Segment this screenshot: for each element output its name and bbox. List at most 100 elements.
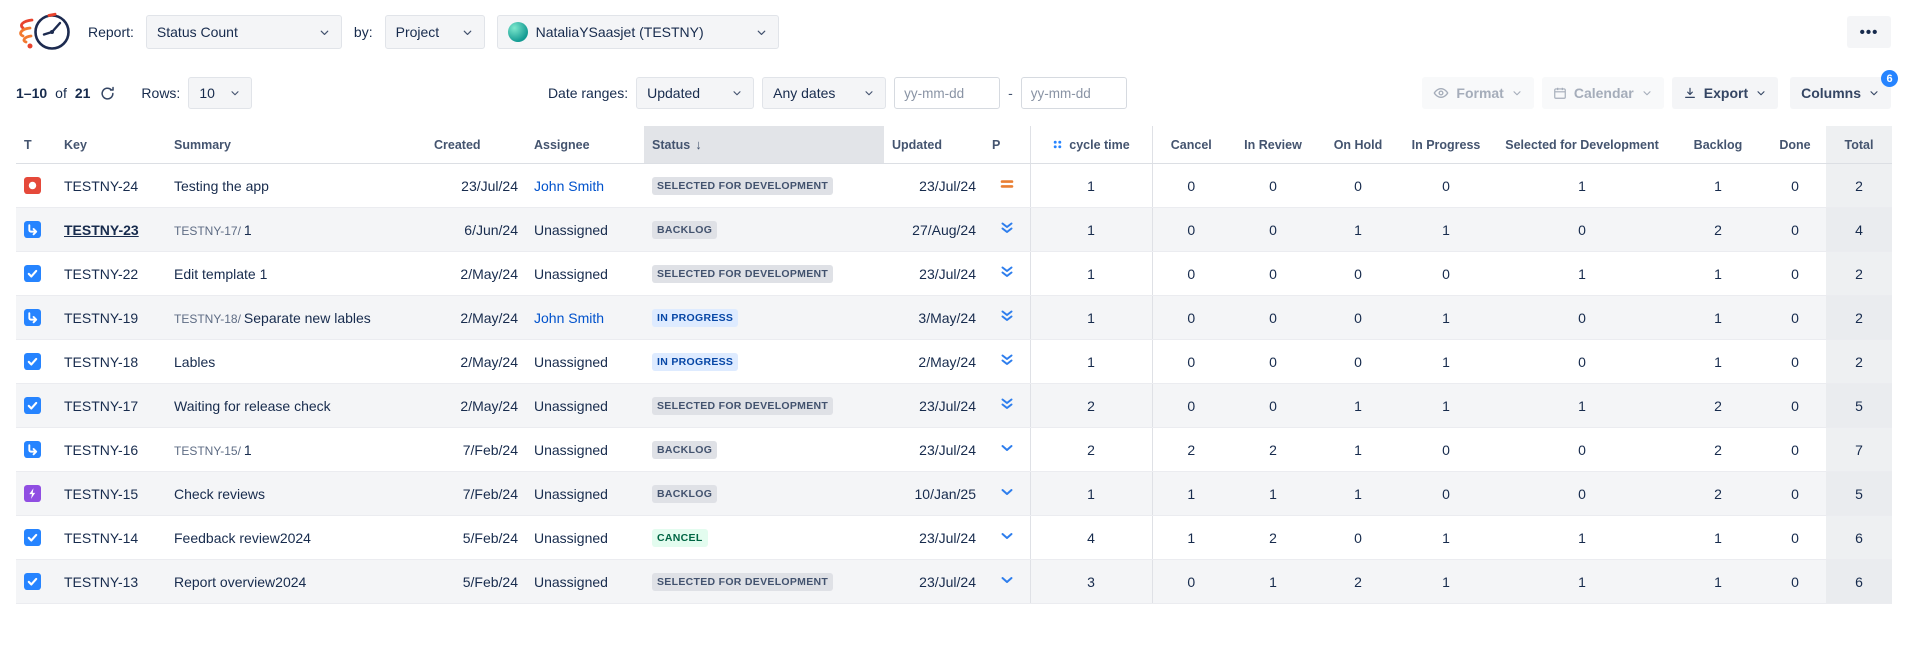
download-icon — [1683, 86, 1697, 100]
status-count-backlog: 1 — [1672, 296, 1764, 340]
status-count-done: 0 — [1764, 296, 1826, 340]
total-value: 7 — [1826, 428, 1892, 472]
issue-key[interactable]: TESTNY-22 — [56, 252, 166, 296]
report-type-select[interactable]: Status Count — [146, 15, 342, 49]
columns-label: Columns — [1801, 85, 1861, 101]
priority-lowest-icon — [999, 396, 1015, 412]
status-count-in_review: 2 — [1230, 428, 1316, 472]
column-header-total[interactable]: Total — [1826, 126, 1892, 164]
updated-date: 10/Jan/25 — [884, 472, 984, 516]
status-count-done: 0 — [1764, 340, 1826, 384]
status-badge: SELECTED FOR DEVELOPMENT — [652, 397, 833, 416]
issue-type-bug-icon — [24, 177, 41, 194]
created-date: 7/Feb/24 — [426, 428, 526, 472]
column-header-selected_for_development[interactable]: Selected for Development — [1492, 126, 1672, 164]
export-button[interactable]: Export — [1672, 77, 1778, 109]
issue-type-cell — [16, 208, 56, 252]
drag-handle-icon[interactable] — [1052, 139, 1063, 150]
issue-key[interactable]: TESTNY-14 — [56, 516, 166, 560]
issue-key[interactable]: TESTNY-24 — [56, 164, 166, 208]
table-row: TESTNY-16TESTNY-15/17/Feb/24UnassignedBA… — [16, 428, 1892, 472]
chevron-down-icon — [863, 87, 875, 99]
status-count-backlog: 2 — [1672, 384, 1764, 428]
column-header-created[interactable]: Created — [426, 126, 526, 164]
assignee-cell[interactable]: John Smith — [526, 296, 644, 340]
date-preset-select[interactable]: Any dates — [762, 77, 886, 109]
column-header-backlog[interactable]: Backlog — [1672, 126, 1764, 164]
issue-summary: Lables — [166, 340, 426, 384]
column-header-assignee[interactable]: Assignee — [526, 126, 644, 164]
cycle-time-value: 1 — [1030, 252, 1152, 296]
column-header-in_review[interactable]: In Review — [1230, 126, 1316, 164]
chevron-down-icon — [229, 87, 241, 99]
priority-lowest-icon — [999, 220, 1015, 236]
issue-key[interactable]: TESTNY-15 — [56, 472, 166, 516]
table-row: TESTNY-13Report overview20245/Feb/24Unas… — [16, 560, 1892, 604]
issue-summary: Testing the app — [166, 164, 426, 208]
updated-date: 23/Jul/24 — [884, 428, 984, 472]
issue-key[interactable]: TESTNY-13 — [56, 560, 166, 604]
project-name: NataliaYSaasjet (TESTNY) — [536, 24, 704, 40]
column-header-type[interactable]: T — [16, 126, 56, 164]
rows-per-page-select[interactable]: 10 — [188, 77, 252, 109]
status-cell: SELECTED FOR DEVELOPMENT — [644, 252, 884, 296]
created-date: 7/Feb/24 — [426, 472, 526, 516]
issue-key[interactable]: TESTNY-23 — [56, 208, 166, 252]
column-header-summary[interactable]: Summary — [166, 126, 426, 164]
date-field-select[interactable]: Updated — [636, 77, 754, 109]
column-header-key[interactable]: Key — [56, 126, 166, 164]
issue-key[interactable]: TESTNY-19 — [56, 296, 166, 340]
status-cell: BACKLOG — [644, 472, 884, 516]
column-header-priority[interactable]: P — [984, 126, 1030, 164]
status-count-selected_for_development: 0 — [1492, 340, 1672, 384]
status-count-selected_for_development: 1 — [1492, 384, 1672, 428]
column-header-on_hold[interactable]: On Hold — [1316, 126, 1400, 164]
status-count-in_review: 1 — [1230, 560, 1316, 604]
issue-type-task-icon — [24, 265, 41, 282]
issue-key[interactable]: TESTNY-18 — [56, 340, 166, 384]
issue-summary: Waiting for release check — [166, 384, 426, 428]
report-type-value: Status Count — [157, 24, 238, 40]
column-label: Updated — [892, 138, 942, 152]
issue-summary: TESTNY-18/Separate new lables — [166, 296, 426, 340]
column-header-updated[interactable]: Updated — [884, 126, 984, 164]
date-from-input[interactable] — [894, 77, 1000, 109]
column-header-done[interactable]: Done — [1764, 126, 1826, 164]
chevron-down-icon — [1868, 87, 1880, 99]
column-label: Selected for Development — [1505, 138, 1659, 152]
status-count-cancel: 0 — [1152, 340, 1230, 384]
column-header-cycle_time[interactable]: cycle time — [1030, 126, 1152, 164]
status-count-on_hold: 0 — [1316, 296, 1400, 340]
chevron-down-icon — [461, 26, 474, 39]
updated-date: 23/Jul/24 — [884, 516, 984, 560]
status-count-selected_for_development: 1 — [1492, 516, 1672, 560]
priority-cell — [984, 340, 1030, 384]
project-select[interactable]: NataliaYSaasjet (TESTNY) — [497, 15, 779, 49]
columns-button[interactable]: Columns 6 — [1790, 77, 1891, 109]
status-count-in_review: 2 — [1230, 516, 1316, 560]
date-to-input[interactable] — [1021, 77, 1127, 109]
refresh-icon[interactable] — [100, 86, 115, 101]
issue-key[interactable]: TESTNY-16 — [56, 428, 166, 472]
status-cell: CANCEL — [644, 516, 884, 560]
export-label: Export — [1704, 85, 1748, 101]
column-header-status[interactable]: Status↓ — [644, 126, 884, 164]
status-count-in_progress: 1 — [1400, 340, 1492, 384]
group-by-select[interactable]: Project — [385, 15, 485, 49]
status-count-in_progress: 0 — [1400, 164, 1492, 208]
issue-type-cell — [16, 340, 56, 384]
assignee-cell[interactable]: John Smith — [526, 164, 644, 208]
total-value: 4 — [1826, 208, 1892, 252]
created-date: 2/May/24 — [426, 384, 526, 428]
chevron-down-icon — [1641, 87, 1653, 99]
updated-date: 3/May/24 — [884, 296, 984, 340]
created-date: 2/May/24 — [426, 252, 526, 296]
column-header-in_progress[interactable]: In Progress — [1400, 126, 1492, 164]
status-count-done: 0 — [1764, 252, 1826, 296]
cycle-time-value: 2 — [1030, 384, 1152, 428]
column-label: On Hold — [1334, 138, 1383, 152]
column-header-cancel[interactable]: Cancel — [1152, 126, 1230, 164]
priority-cell — [984, 296, 1030, 340]
more-menu-button[interactable]: ••• — [1847, 16, 1891, 48]
issue-key[interactable]: TESTNY-17 — [56, 384, 166, 428]
